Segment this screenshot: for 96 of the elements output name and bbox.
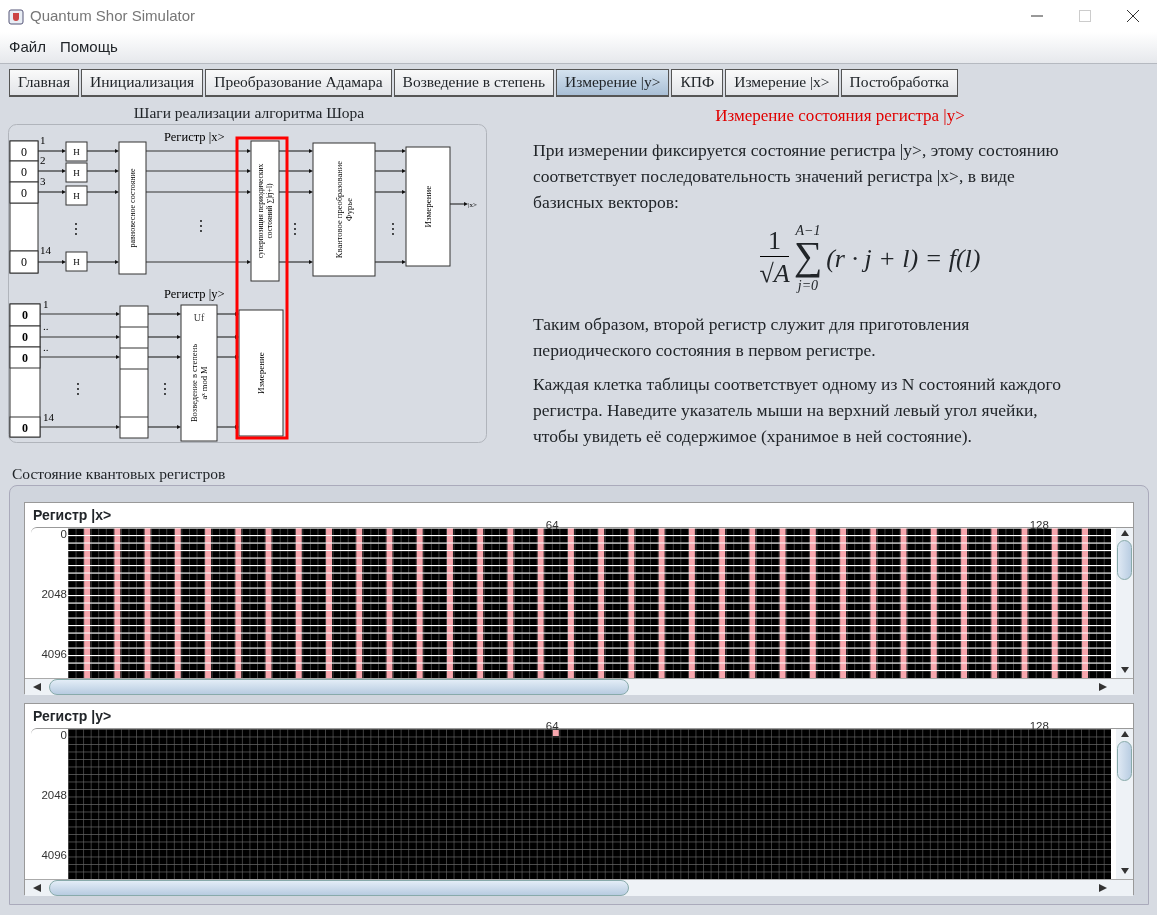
wire-arrow: [278, 260, 313, 264]
scroll-thumb[interactable]: [1117, 740, 1132, 781]
column-label: 64: [545, 718, 559, 734]
scroll-down-icon[interactable]: [1119, 664, 1130, 675]
scroll-thumb[interactable]: [49, 879, 629, 896]
register-cell: 0: [9, 250, 39, 274]
tab[interactable]: Возведение в степень: [393, 69, 555, 97]
wire-arrow: [216, 425, 239, 429]
column-label: 64: [545, 517, 559, 533]
tab[interactable]: Постобработка: [840, 69, 958, 97]
scroll-thumb[interactable]: [1117, 539, 1132, 580]
column-label: 128: [1029, 718, 1049, 734]
register-label: Регистр |y>: [164, 287, 225, 301]
wire-arrow: [449, 202, 468, 206]
qubit-number: 3: [40, 175, 46, 187]
register-cell: 0: [9, 346, 41, 369]
wire-arrow: [86, 149, 119, 153]
wire-arrow: [374, 190, 406, 194]
wire-arrow: [374, 149, 406, 153]
wire-arrow: [278, 149, 313, 153]
vertical-scrollbar[interactable]: [1116, 527, 1133, 678]
paragraph: Таким образом, второй регистр служит для приготовления периодического состояния в первом регистре.: [533, 312, 971, 362]
qubit-number: ..: [43, 320, 49, 332]
register-cell: 0: [9, 416, 41, 438]
wire-arrow: [374, 169, 406, 173]
wire-arrow: [278, 190, 313, 194]
scroll-right-icon[interactable]: [1097, 681, 1109, 692]
equal-state-box: равновесное состояние: [118, 141, 147, 275]
fourier-transform-box: Квантовое преобразование Фурье: [312, 142, 376, 277]
qubit-number: 14: [40, 244, 51, 256]
row-label: 2048: [41, 788, 67, 801]
scroll-left-icon[interactable]: [31, 882, 43, 893]
register-title: Регистр |x>: [32, 505, 113, 523]
hadamard-gate: H: [65, 162, 88, 183]
row-label: 4096: [41, 647, 67, 660]
wire-arrow: [37, 260, 66, 264]
row-label: 2048: [41, 587, 67, 600]
register-title: Регистр |y>: [32, 706, 113, 724]
tab[interactable]: Измерение |x>: [725, 69, 839, 97]
measurement-box: Измерение: [405, 146, 451, 267]
qubit-number: 2: [40, 154, 46, 166]
wire-arrow: [147, 425, 181, 429]
row-label: 0: [60, 728, 67, 741]
wire-arrow: [216, 312, 239, 316]
hadamard-gate: H: [65, 185, 88, 206]
wire-arrow: [216, 355, 239, 359]
wire-arrow: [86, 260, 119, 264]
scroll-right-icon[interactable]: [1097, 882, 1109, 893]
close-icon[interactable]: [1127, 10, 1139, 22]
state-grid[interactable]: [68, 527, 1111, 678]
tab[interactable]: Измерение |y>: [556, 69, 670, 97]
wire-arrow: [147, 312, 181, 316]
app-icon: [8, 8, 24, 25]
register-cell: 0: [9, 303, 41, 327]
wire-arrow: [147, 355, 181, 359]
row-label: 0: [60, 527, 67, 540]
window-title: Quantum Shor Simulator: [30, 5, 196, 26]
qubit-number: ..: [43, 341, 49, 353]
vertical-scrollbar[interactable]: [1116, 728, 1133, 879]
paragraph: При измерении фиксируется состояние регистра |y>, этому состоянию соответствует последовательность значений регистра |x>, в виде базисных векторов:: [533, 138, 1060, 214]
menu-item[interactable]: Файл: [6, 36, 49, 59]
tab[interactable]: Главная: [9, 69, 80, 97]
panel-title: Состояние квантовых регистров: [12, 464, 227, 483]
wire-arrow: [37, 149, 66, 153]
wire-arrow: [86, 190, 119, 194]
wire-arrow: [86, 169, 119, 173]
register-label: Регистр |x>: [164, 130, 225, 144]
tab[interactable]: Инициализация: [81, 69, 204, 97]
wire-arrow: [374, 260, 406, 264]
scroll-down-icon[interactable]: [1119, 865, 1130, 876]
tab[interactable]: Преобразование Адамара: [205, 69, 392, 97]
qubit-number: 1: [40, 134, 46, 146]
register-cell: 0: [9, 140, 39, 162]
section-heading: Измерение состояния регистра |y>: [714, 105, 966, 127]
column-label: 128: [1029, 517, 1049, 533]
paragraph: Каждая клетка таблицы соответствует одному из N состояний каждого регистра. Наведите указатель мыши на верхний левый угол ячейки, чтобы увидеть её содержимое (хранимое в ней состояние).: [533, 372, 1063, 448]
register-cell: 0: [9, 325, 41, 348]
hadamard-gate: H: [65, 141, 88, 162]
tab[interactable]: КПФ: [671, 69, 724, 97]
hadamard-gate: H: [65, 251, 88, 272]
measurement-box: Измерение: [238, 309, 284, 437]
scroll-left-icon[interactable]: [31, 681, 43, 692]
wire-arrow: [147, 335, 181, 339]
scroll-thumb[interactable]: [49, 678, 629, 695]
register-cell: 0: [9, 181, 39, 204]
wire-arrow: [216, 335, 239, 339]
diagram-title: Шаги реализации алгоритма Шора: [132, 105, 366, 121]
menu-item[interactable]: Помощь: [56, 36, 121, 59]
wire-arrow: [37, 169, 66, 173]
wire-arrow: [278, 169, 313, 173]
qubit-number: 1: [43, 298, 49, 310]
modular-power-box: Uf Возведение в степень aˣ mod M: [180, 304, 218, 442]
row-label: 4096: [41, 848, 67, 861]
register-cell: 0: [9, 160, 39, 183]
wire-arrow: [37, 190, 66, 194]
qubit-number: 14: [43, 411, 54, 423]
